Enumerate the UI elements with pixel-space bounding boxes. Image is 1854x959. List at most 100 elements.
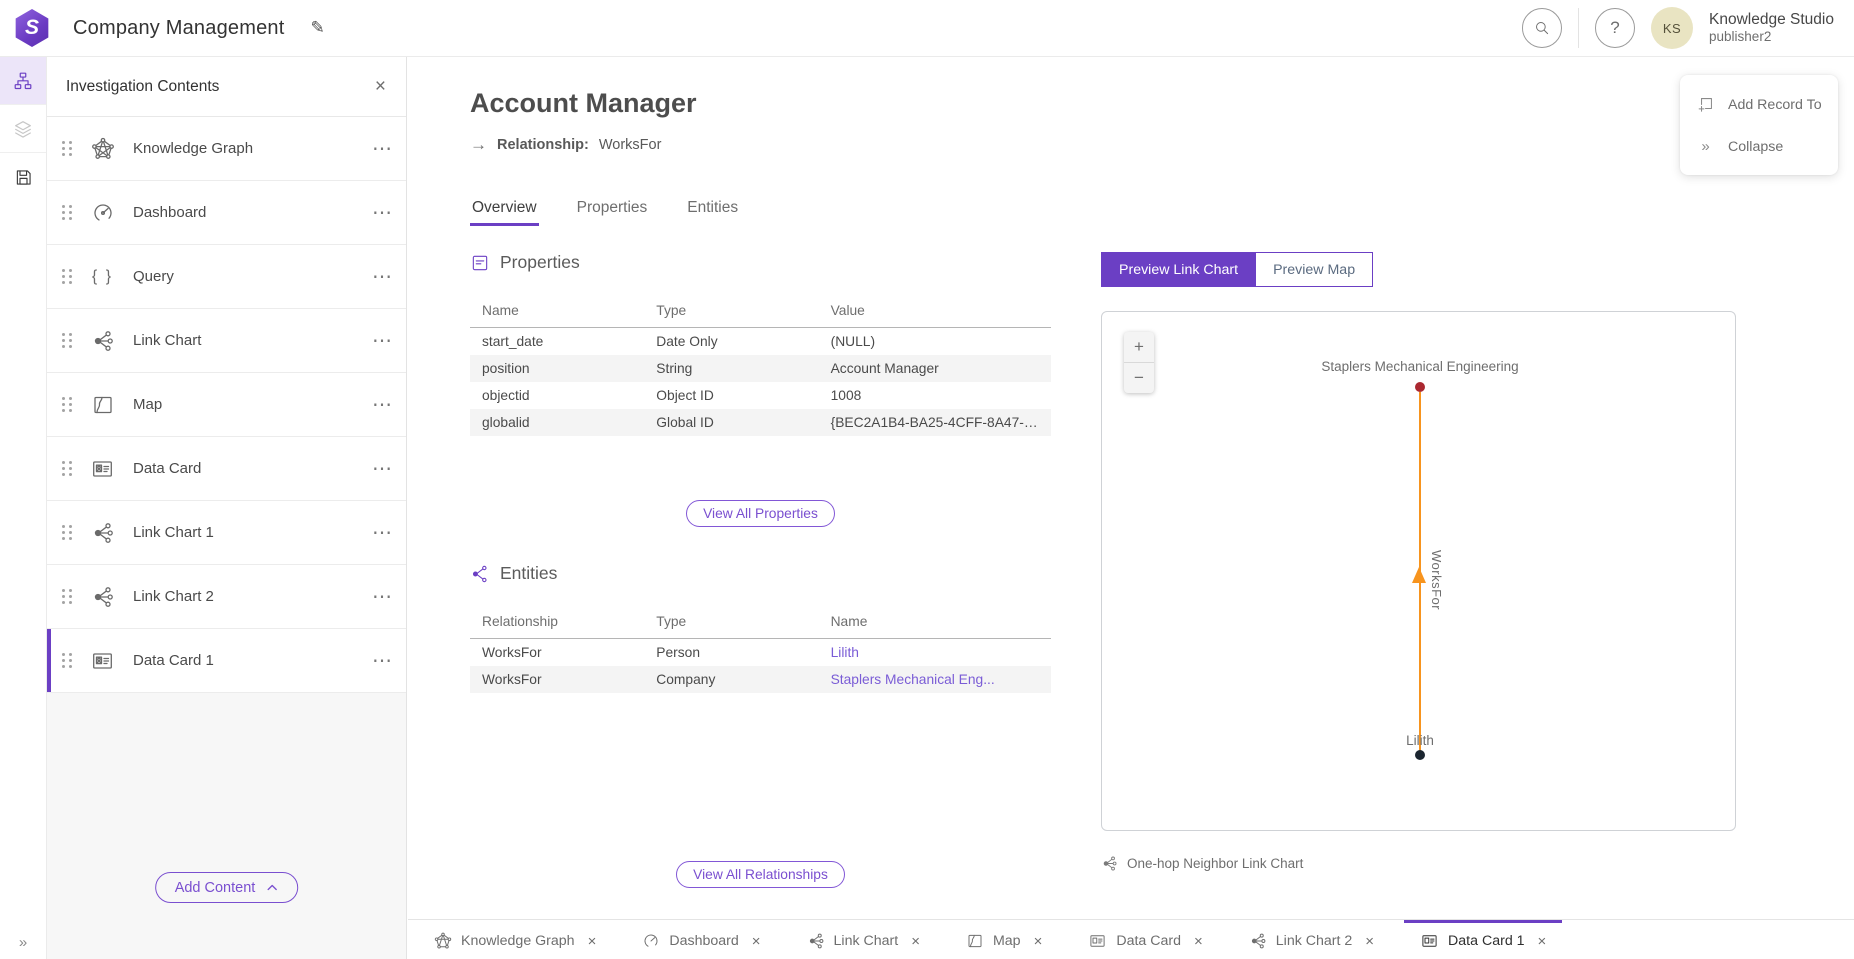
drag-handle-icon[interactable] [62,205,72,220]
record-subtitle: → Relationship: WorksFor [470,135,1854,155]
node-company-dot[interactable] [1415,382,1425,392]
cell: Date Only [644,328,818,356]
entity-link[interactable]: Staplers Mechanical Eng... [831,672,995,687]
search-button[interactable] [1522,8,1562,48]
drag-handle-icon[interactable] [62,461,72,476]
sidebar-item-dashboard[interactable]: Dashboard ⋯ [47,181,406,245]
sidebar-item-query[interactable]: { } Query ⋯ [47,245,406,309]
sidebar-item-label: Data Card 1 [133,652,214,669]
search-icon [1533,19,1551,37]
tab-close-icon[interactable]: × [1034,933,1043,950]
drag-handle-icon[interactable] [62,589,72,604]
tab-close-icon[interactable]: × [588,933,597,950]
tab-overview[interactable]: Overview [470,199,539,226]
node-person-dot[interactable] [1415,750,1425,760]
ellipsis-icon: ⋯ [372,330,392,352]
ellipsis-icon: ⋯ [372,138,392,160]
overflow-menu-button[interactable]: ⋯ [372,464,392,474]
sidebar-item-data-card-1[interactable]: Data Card 1 ⋯ [47,629,406,693]
drag-handle-icon[interactable] [62,269,72,284]
view-all-relationships-button[interactable]: View All Relationships [676,861,845,888]
collapse-item[interactable]: » Collapse [1680,126,1838,167]
drag-handle-icon[interactable] [62,397,72,412]
add-content-button[interactable]: Add Content [155,872,299,903]
overflow-menu-button[interactable]: ⋯ [372,272,392,282]
entities-table: Relationship Type Name WorksFor Person L… [470,606,1051,693]
tab-close-icon[interactable]: × [911,933,920,950]
column-header: Relationship [470,606,644,639]
sidebar-item-label: Map [133,396,162,413]
cell: Person [644,639,818,667]
drag-handle-icon[interactable] [62,333,72,348]
drag-handle-icon[interactable] [62,525,72,540]
user-avatar[interactable]: KS [1651,7,1693,49]
overflow-menu-button[interactable]: ⋯ [372,144,392,154]
sidebar-item-label: Link Chart 1 [133,524,214,541]
rail-tab-save[interactable] [0,153,46,201]
link-chart-icon [1249,932,1267,950]
entity-link[interactable]: Lilith [831,645,859,660]
preview-link-chart-toggle[interactable]: Preview Link Chart [1102,253,1255,286]
add-record-to-item[interactable]: Add Record To [1680,83,1838,126]
sidebar-item-link-chart[interactable]: Link Chart ⋯ [47,309,406,373]
rail-tab-layers[interactable] [0,105,46,153]
left-rail: » [0,57,47,959]
sidebar-item-link-chart-1[interactable]: Link Chart 1 ⋯ [47,501,406,565]
tab-close-icon[interactable]: × [1365,933,1374,950]
column-header: Type [644,606,818,639]
tab-close-icon[interactable]: × [1538,933,1547,950]
properties-icon [470,253,490,273]
overflow-menu-button[interactable]: ⋯ [372,208,392,218]
overflow-menu-button[interactable]: ⋯ [372,528,392,538]
rail-expand-button[interactable]: » [0,934,46,951]
bottom-tab-map[interactable]: Map × [950,920,1058,959]
sidebar-item-label: Knowledge Graph [133,140,253,157]
app-root: S Company Management ✎ ? KS Knowledge St… [0,0,1854,959]
sidebar-item-link-chart-2[interactable]: Link Chart 2 ⋯ [47,565,406,629]
add-record-icon [1696,95,1715,114]
top-bar-divider [1578,8,1579,48]
edit-title-button[interactable]: ✎ [311,18,325,38]
relationship-arrow-icon: → [470,135,487,155]
tab-close-icon[interactable]: × [752,933,761,950]
collapse-icon: » [1696,138,1715,155]
sidebar-item-data-card[interactable]: Data Card ⋯ [47,437,406,501]
zoom-in-button[interactable]: + [1124,332,1154,362]
edge-label: WorksFor [1429,550,1444,610]
sidebar-header: Investigation Contents × [47,57,406,117]
close-icon: × [375,76,386,97]
dashboard-icon [642,932,660,950]
tab-entities[interactable]: Entities [685,199,740,226]
properties-table: Name Type Value start_date Date Only (NU… [470,295,1051,436]
sidebar-title: Investigation Contents [66,78,219,96]
sidebar-item-knowledge-graph[interactable]: Knowledge Graph ⋯ [47,117,406,181]
bottom-tab-knowledge-graph[interactable]: Knowledge Graph × [418,920,612,959]
tab-close-icon[interactable]: × [1194,933,1203,950]
tab-properties[interactable]: Properties [575,199,650,226]
bottom-tab-link-chart[interactable]: Link Chart × [791,920,936,959]
drag-handle-icon[interactable] [62,653,72,668]
bottom-tab-link-chart-2[interactable]: Link Chart 2 × [1233,920,1390,959]
bottom-tab-data-card-1[interactable]: Data Card 1 × [1404,920,1562,959]
cell: Company [644,666,818,693]
drag-handle-icon[interactable] [62,141,72,156]
rail-tab-contents[interactable] [0,57,46,105]
column-header: Name [470,295,644,328]
view-all-properties-button[interactable]: View All Properties [686,500,835,527]
knowledge-graph-icon [434,932,452,950]
link-chart-icon [807,932,825,950]
sidebar-item-label: Link Chart [133,332,201,349]
bottom-tab-dashboard[interactable]: Dashboard × [626,920,776,959]
bottom-tab-data-card[interactable]: Data Card × [1072,920,1218,959]
help-button[interactable]: ? [1595,8,1635,48]
overflow-menu-button[interactable]: ⋯ [372,336,392,346]
sidebar-item-map[interactable]: Map ⋯ [47,373,406,437]
link-chart-preview[interactable]: + − Staplers Mechanical Engineering Work… [1101,311,1736,831]
chevrons-right-icon: » [19,934,27,951]
overflow-menu-button[interactable]: ⋯ [372,656,392,666]
sidebar-close-button[interactable]: × [375,76,386,98]
overflow-menu-button[interactable]: ⋯ [372,592,392,602]
zoom-out-button[interactable]: − [1124,363,1154,393]
preview-map-toggle[interactable]: Preview Map [1255,253,1372,286]
overflow-menu-button[interactable]: ⋯ [372,400,392,410]
